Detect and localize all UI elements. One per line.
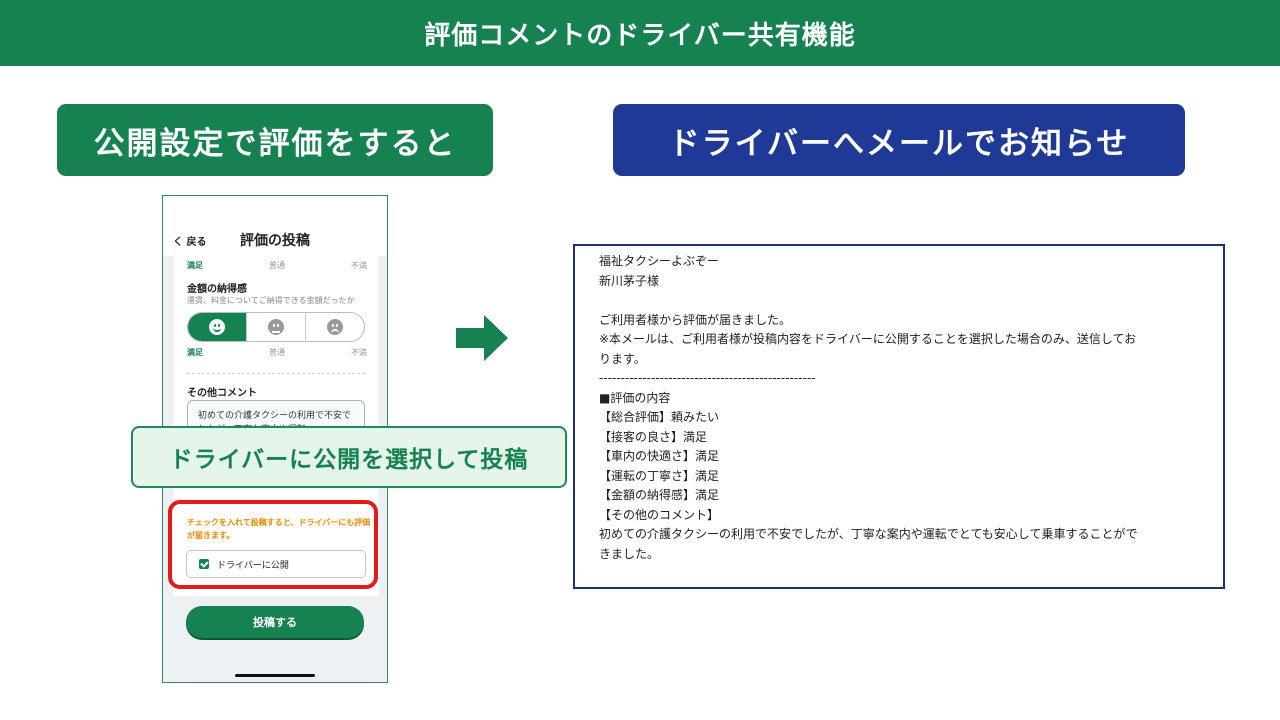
rating-labels-top: 満足 普通 不満 (187, 260, 367, 271)
rating-card: 満足 普通 不満 金額の納得感 運賃、料金についてご納得できる金額だったか 満足… (173, 256, 379, 536)
email-line: ご利用者様から評価が届きました。 (599, 312, 792, 327)
rating-label: 満足 (187, 261, 203, 270)
neutral-icon (268, 319, 284, 335)
rating-selector[interactable] (187, 312, 365, 342)
rating-label: 普通 (269, 348, 285, 357)
email-line: 【総合評価】頼みたい (599, 410, 720, 424)
email-line: ■評価の内容 (599, 390, 671, 405)
rating-option-satisfied[interactable] (188, 313, 246, 341)
phone-header: く 戻る 評価の投稿 (163, 196, 387, 256)
email-line: 【運転の丁寧さ】満足 (599, 468, 720, 483)
email-line: ります。 (599, 351, 646, 366)
rating-label: 普通 (269, 261, 285, 270)
email-line: 新川茅子様 (599, 273, 660, 288)
email-line: 【金額の納得感】満足 (599, 488, 720, 502)
email-line: きました。 (599, 546, 660, 561)
rating-label: 満足 (187, 348, 203, 357)
arrow-right-icon (456, 315, 508, 361)
price-section-title: 金額の納得感 (187, 284, 247, 295)
rating-label: 不満 (351, 261, 367, 270)
email-preview: 福祉タクシーよぶぞー 新川茅子様 ご利用者様から評価が届きました。 ※本メールは… (573, 244, 1225, 589)
sad-icon (327, 319, 343, 335)
comment-section-title: その他コメント (187, 388, 257, 399)
highlight-box (168, 500, 378, 589)
rating-option-dissatisfied[interactable] (305, 313, 364, 341)
price-section-subtitle: 運賃、料金についてご納得できる金額だったか (187, 296, 355, 305)
callout-label: ドライバーに公開を選択して投稿 (131, 426, 567, 488)
email-line: 【接客の良さ】満足 (599, 429, 708, 444)
home-indicator (235, 674, 315, 677)
rating-labels: 満足 普通 不満 (187, 347, 367, 358)
title-bar: 評価コメントのドライバー共有機能 (0, 0, 1280, 66)
step-label-right: ドライバーへメールでお知らせ (613, 104, 1185, 176)
screen-title: 評価の投稿 (240, 233, 310, 249)
step-label-left: 公開設定で評価をすると (57, 104, 493, 176)
divider (187, 373, 365, 374)
rating-option-neutral[interactable] (246, 313, 305, 341)
email-line: 【その他のコメント】 (599, 507, 720, 522)
email-line: 初めての介護タクシーの利用で不安でしたが、丁寧な案内や運転でとても安心して乗車す… (599, 527, 1138, 541)
slide-title: 評価コメントのドライバー共有機能 (424, 20, 856, 51)
email-line: ----------------------------------------… (599, 371, 816, 385)
rating-label: 不満 (351, 348, 367, 357)
email-line: ※本メールは、ご利用者様が投稿内容をドライバーに公開することを選択した場合のみ、… (599, 332, 1137, 346)
submit-button[interactable]: 投稿する (186, 606, 364, 638)
email-line: 福祉タクシーよぶぞー (599, 254, 720, 268)
smile-icon (209, 319, 225, 335)
email-line (599, 291, 1199, 311)
email-line: 【車内の快適さ】満足 (599, 449, 720, 463)
